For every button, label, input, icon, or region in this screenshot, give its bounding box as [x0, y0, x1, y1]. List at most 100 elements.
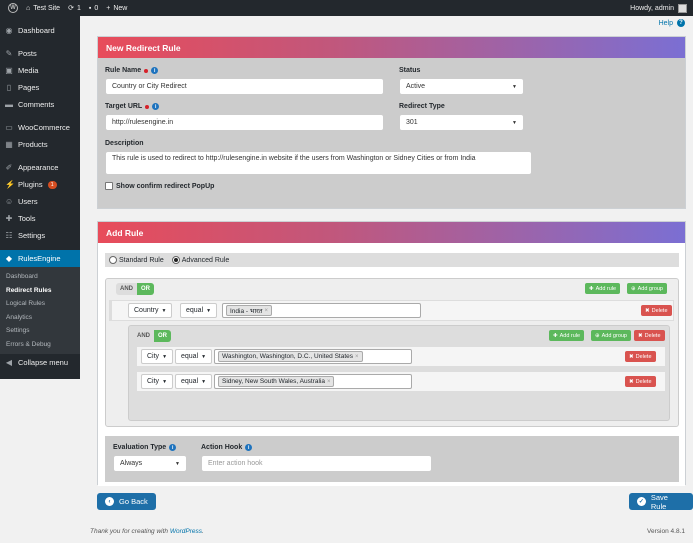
add-group-button[interactable]: ⊕ Add group [591, 330, 631, 341]
rule-group: AND OR ✚ Add rule ⊕ Add group Country ▼ equ… [105, 278, 679, 427]
collapse-menu-button[interactable]: ◀ Collapse menu [0, 354, 80, 371]
add-rule-button[interactable]: ✚ Add rule [549, 330, 585, 341]
menu-rulesengine[interactable]: ◆ RulesEngine [0, 250, 80, 267]
menu-users[interactable]: ☺ Users [0, 193, 80, 210]
go-back-button[interactable]: ‹ Go Back [97, 493, 156, 510]
chevron-down-icon: ▼ [175, 461, 180, 467]
caret-down-icon: ▼ [162, 353, 168, 360]
redirect-type-label: Redirect Type [399, 103, 445, 110]
and-or-toggle: AND OR [116, 283, 154, 295]
add-rule-button[interactable]: ✚ Add rule [585, 283, 621, 294]
delete-rule-button[interactable]: ✖ Delete [641, 305, 672, 316]
updates-link[interactable]: ⟳ 1 [68, 4, 81, 13]
site-name-link[interactable]: ⌂ Test Site [26, 5, 60, 12]
menu-posts[interactable]: ✎ Posts [0, 45, 80, 62]
delete-rule-button[interactable]: ✖ Delete [625, 376, 656, 387]
remove-tag-icon[interactable]: × [355, 354, 359, 360]
rule-operator-select[interactable]: equal ▼ [175, 349, 213, 364]
evaluation-section: Evaluation Type i Always ▼ Action Hook i En… [105, 436, 679, 482]
rule-name-input[interactable]: Country or City Redirect [105, 78, 384, 95]
caret-down-icon: ▼ [201, 378, 207, 385]
evaluation-type-select[interactable]: Always ▼ [113, 455, 187, 472]
rule-operator-select[interactable]: equal ▼ [175, 374, 213, 389]
and-button[interactable]: AND [133, 330, 154, 342]
nested-rule-group: AND OR ✚ Add rule ⊕ Add group ✖ Delete City… [128, 325, 670, 421]
menu-dashboard[interactable]: ◉ Dashboard [0, 22, 80, 39]
menu-media[interactable]: ▣ Media [0, 62, 80, 79]
updates-icon: ⟳ [68, 5, 74, 12]
menu-pages[interactable]: ▯ Pages [0, 79, 80, 96]
submenu-logical-rules[interactable]: Logical Rules [0, 297, 80, 311]
caret-down-icon: ▼ [201, 353, 207, 360]
panel-title: New Redirect Rule [98, 37, 685, 58]
value-tag: Sidney, New South Wales, Australia × [218, 376, 335, 387]
menu-appearance[interactable]: ✐ Appearance [0, 159, 80, 176]
menu-settings[interactable]: ☷ Settings [0, 227, 80, 244]
or-button[interactable]: OR [137, 283, 154, 295]
comment-icon: ▬ [5, 99, 13, 109]
menu-products[interactable]: ▦ Products [0, 136, 80, 153]
submenu-dashboard[interactable]: Dashboard [0, 270, 80, 284]
rule-operator-select[interactable]: equal ▼ [180, 303, 218, 318]
advanced-rule-radio[interactable]: Advanced Rule [171, 256, 229, 264]
menu-woocommerce[interactable]: ▭ WooCommerce [0, 119, 80, 136]
collapse-icon: ◀ [5, 357, 13, 367]
wordpress-logo[interactable]: W [8, 3, 18, 13]
action-hook-input[interactable]: Enter action hook [201, 455, 432, 472]
brush-icon: ✐ [5, 162, 13, 172]
description-textarea[interactable]: This rule is used to redirect to http://… [105, 151, 532, 175]
evaluation-type-label: Evaluation Type i [113, 444, 177, 451]
menu-tools[interactable]: ✚ Tools [0, 210, 80, 227]
page-icon: ▯ [6, 82, 12, 92]
rule-field-select[interactable]: City ▼ [141, 374, 174, 389]
rulesengine-submenu: Dashboard Redirect Rules Logical Rules A… [0, 267, 80, 354]
rule-value-input[interactable]: India - भारत × [222, 303, 421, 318]
chevron-down-icon: ▼ [512, 120, 517, 126]
account-menu[interactable]: Howdy, admin [630, 3, 687, 13]
rule-field-select[interactable]: City ▼ [141, 349, 174, 364]
and-or-toggle: AND OR [133, 330, 171, 342]
or-button[interactable]: OR [154, 330, 171, 342]
remove-tag-icon[interactable]: × [265, 308, 269, 314]
info-icon[interactable]: i [169, 444, 177, 451]
submenu-redirect-rules[interactable]: Redirect Rules [0, 284, 80, 298]
rule-value-input[interactable]: Sidney, New South Wales, Australia × [214, 374, 412, 389]
settings-icon: ☷ [5, 230, 13, 240]
menu-comments[interactable]: ▬ Comments [0, 96, 80, 113]
add-group-button[interactable]: ⊕ Add group [627, 283, 667, 294]
delete-rule-button[interactable]: ✖ Delete [625, 351, 656, 362]
save-rule-button[interactable]: ✓ Save Rule [629, 493, 693, 511]
comment-icon: ▪ [88, 4, 92, 12]
plugin-icon: ⚡ [5, 179, 15, 189]
action-hook-label: Action Hook i [201, 444, 253, 451]
remove-tag-icon[interactable]: × [327, 379, 331, 385]
target-url-input[interactable]: http://rulesengine.in [105, 114, 384, 131]
footer-thanks: Thank you for creating with WordPress. [90, 528, 204, 535]
submenu-settings[interactable]: Settings [0, 324, 80, 338]
rule-field-select[interactable]: Country ▼ [128, 303, 173, 318]
rule-row: City ▼ equal ▼ Washington, Washington, D.C… [134, 346, 666, 367]
redirect-type-select[interactable]: 301 ▼ [399, 114, 524, 131]
comments-link[interactable]: ▪ 0 [89, 5, 98, 12]
submenu-analytics[interactable]: Analytics [0, 311, 80, 325]
delete-group-button[interactable]: ✖ Delete [634, 330, 665, 341]
products-icon: ▦ [5, 139, 13, 149]
submenu-errors-debug[interactable]: Errors & Debug [0, 338, 80, 352]
description-label: Description [105, 140, 144, 147]
menu-plugins[interactable]: ⚡ Plugins 1 [0, 176, 80, 193]
help-link[interactable]: Help? [659, 19, 685, 27]
info-icon[interactable]: i [152, 103, 160, 110]
plus-circle-icon: ⊕ [631, 285, 636, 292]
wordpress-link[interactable]: WordPress [170, 528, 202, 535]
close-icon: ✖ [645, 307, 650, 314]
rule-value-input[interactable]: Washington, Washington, D.C., United Sta… [214, 349, 412, 364]
new-content-link[interactable]: + New [106, 5, 127, 12]
info-icon[interactable]: i [151, 67, 159, 74]
rule-row: City ▼ equal ▼ Sidney, New South Wales, Au… [134, 371, 666, 392]
radio-icon [109, 256, 117, 264]
standard-rule-radio[interactable]: Standard Rule [109, 256, 164, 264]
and-button[interactable]: AND [116, 283, 137, 295]
status-select[interactable]: Active ▼ [399, 78, 524, 95]
info-icon[interactable]: i [245, 444, 253, 451]
confirm-popup-checkbox[interactable]: Show confirm redirect PopUp [105, 182, 214, 190]
